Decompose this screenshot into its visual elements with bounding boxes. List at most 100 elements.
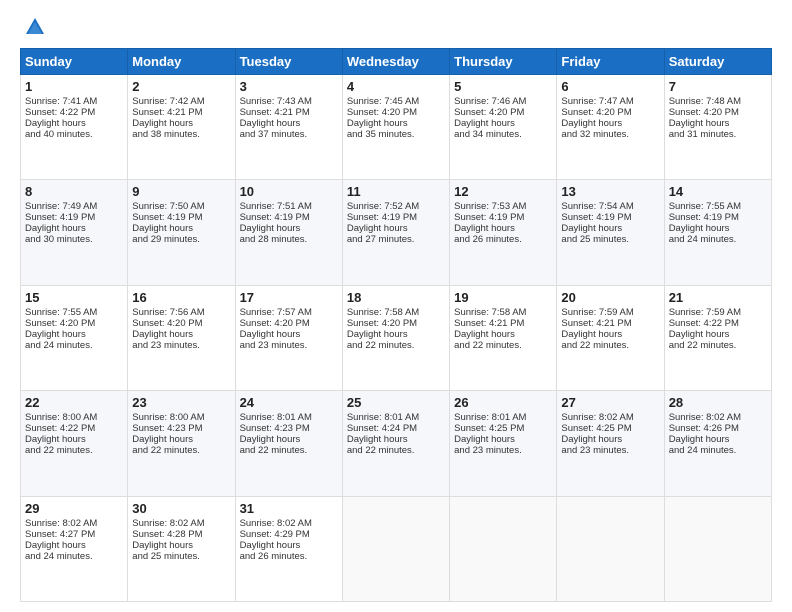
daylight-label: Daylight hours — [132, 540, 193, 551]
sunrise-label: Sunrise: 7:58 AM — [454, 307, 526, 318]
sunrise-label: Sunrise: 7:56 AM — [132, 307, 204, 318]
sunrise-label: Sunrise: 8:00 AM — [132, 412, 204, 423]
sunrise-label: Sunrise: 8:02 AM — [240, 518, 312, 529]
sunset-label: Sunset: 4:22 PM — [25, 107, 95, 118]
sunrise-label: Sunrise: 7:43 AM — [240, 96, 312, 107]
daylight-duration: and 24 minutes. — [669, 445, 737, 456]
calendar-cell: 3 Sunrise: 7:43 AM Sunset: 4:21 PM Dayli… — [235, 75, 342, 180]
sunset-label: Sunset: 4:22 PM — [669, 318, 739, 329]
sunset-label: Sunset: 4:19 PM — [347, 212, 417, 223]
day-number: 12 — [454, 184, 552, 199]
calendar-week-row: 15 Sunrise: 7:55 AM Sunset: 4:20 PM Dayl… — [21, 285, 772, 390]
day-number: 25 — [347, 395, 445, 410]
calendar-cell: 15 Sunrise: 7:55 AM Sunset: 4:20 PM Dayl… — [21, 285, 128, 390]
calendar-cell: 20 Sunrise: 7:59 AM Sunset: 4:21 PM Dayl… — [557, 285, 664, 390]
sunset-label: Sunset: 4:21 PM — [454, 318, 524, 329]
calendar-cell: 30 Sunrise: 8:02 AM Sunset: 4:28 PM Dayl… — [128, 496, 235, 601]
daylight-duration: and 22 minutes. — [347, 340, 415, 351]
calendar-cell: 10 Sunrise: 7:51 AM Sunset: 4:19 PM Dayl… — [235, 180, 342, 285]
sunset-label: Sunset: 4:23 PM — [240, 423, 310, 434]
daylight-label: Daylight hours — [347, 434, 408, 445]
calendar-cell: 5 Sunrise: 7:46 AM Sunset: 4:20 PM Dayli… — [450, 75, 557, 180]
sunset-label: Sunset: 4:23 PM — [132, 423, 202, 434]
calendar-cell: 1 Sunrise: 7:41 AM Sunset: 4:22 PM Dayli… — [21, 75, 128, 180]
sunset-label: Sunset: 4:20 PM — [454, 107, 524, 118]
sunset-label: Sunset: 4:19 PM — [669, 212, 739, 223]
sunset-label: Sunset: 4:19 PM — [561, 212, 631, 223]
sunrise-label: Sunrise: 7:59 AM — [561, 307, 633, 318]
sunrise-label: Sunrise: 7:48 AM — [669, 96, 741, 107]
day-number: 13 — [561, 184, 659, 199]
daylight-duration: and 22 minutes. — [347, 445, 415, 456]
day-number: 9 — [132, 184, 230, 199]
sunrise-label: Sunrise: 7:45 AM — [347, 96, 419, 107]
day-number: 10 — [240, 184, 338, 199]
calendar-cell: 27 Sunrise: 8:02 AM Sunset: 4:25 PM Dayl… — [557, 391, 664, 496]
daylight-duration: and 23 minutes. — [561, 445, 629, 456]
day-number: 19 — [454, 290, 552, 305]
calendar-cell: 26 Sunrise: 8:01 AM Sunset: 4:25 PM Dayl… — [450, 391, 557, 496]
sunrise-label: Sunrise: 7:57 AM — [240, 307, 312, 318]
daylight-duration: and 23 minutes. — [240, 340, 308, 351]
calendar-week-row: 8 Sunrise: 7:49 AM Sunset: 4:19 PM Dayli… — [21, 180, 772, 285]
sunset-label: Sunset: 4:19 PM — [454, 212, 524, 223]
sunset-label: Sunset: 4:27 PM — [25, 529, 95, 540]
daylight-duration: and 30 minutes. — [25, 234, 93, 245]
calendar-header-saturday: Saturday — [664, 49, 771, 75]
sunrise-label: Sunrise: 7:46 AM — [454, 96, 526, 107]
day-number: 2 — [132, 79, 230, 94]
sunrise-label: Sunrise: 7:52 AM — [347, 201, 419, 212]
sunset-label: Sunset: 4:22 PM — [25, 423, 95, 434]
calendar-header-wednesday: Wednesday — [342, 49, 449, 75]
calendar-header-tuesday: Tuesday — [235, 49, 342, 75]
daylight-label: Daylight hours — [132, 329, 193, 340]
calendar-cell — [342, 496, 449, 601]
calendar-header-friday: Friday — [557, 49, 664, 75]
sunrise-label: Sunrise: 7:50 AM — [132, 201, 204, 212]
sunset-label: Sunset: 4:20 PM — [669, 107, 739, 118]
sunset-label: Sunset: 4:25 PM — [454, 423, 524, 434]
sunset-label: Sunset: 4:21 PM — [561, 318, 631, 329]
daylight-duration: and 24 minutes. — [25, 551, 93, 562]
calendar-cell: 18 Sunrise: 7:58 AM Sunset: 4:20 PM Dayl… — [342, 285, 449, 390]
daylight-duration: and 22 minutes. — [561, 340, 629, 351]
daylight-label: Daylight hours — [240, 434, 301, 445]
calendar-cell: 19 Sunrise: 7:58 AM Sunset: 4:21 PM Dayl… — [450, 285, 557, 390]
page: SundayMondayTuesdayWednesdayThursdayFrid… — [0, 0, 792, 612]
daylight-label: Daylight hours — [25, 540, 86, 551]
calendar-cell: 24 Sunrise: 8:01 AM Sunset: 4:23 PM Dayl… — [235, 391, 342, 496]
sunrise-label: Sunrise: 7:54 AM — [561, 201, 633, 212]
sunrise-label: Sunrise: 8:01 AM — [347, 412, 419, 423]
sunset-label: Sunset: 4:25 PM — [561, 423, 631, 434]
calendar-week-row: 22 Sunrise: 8:00 AM Sunset: 4:22 PM Dayl… — [21, 391, 772, 496]
day-number: 14 — [669, 184, 767, 199]
daylight-label: Daylight hours — [25, 223, 86, 234]
calendar-header-row: SundayMondayTuesdayWednesdayThursdayFrid… — [21, 49, 772, 75]
daylight-duration: and 26 minutes. — [454, 234, 522, 245]
sunrise-label: Sunrise: 8:00 AM — [25, 412, 97, 423]
daylight-label: Daylight hours — [454, 434, 515, 445]
day-number: 16 — [132, 290, 230, 305]
sunrise-label: Sunrise: 7:53 AM — [454, 201, 526, 212]
daylight-label: Daylight hours — [25, 118, 86, 129]
day-number: 29 — [25, 501, 123, 516]
daylight-duration: and 22 minutes. — [240, 445, 308, 456]
sunrise-label: Sunrise: 8:02 AM — [669, 412, 741, 423]
daylight-label: Daylight hours — [561, 223, 622, 234]
day-number: 3 — [240, 79, 338, 94]
calendar-cell: 11 Sunrise: 7:52 AM Sunset: 4:19 PM Dayl… — [342, 180, 449, 285]
day-number: 26 — [454, 395, 552, 410]
daylight-duration: and 25 minutes. — [132, 551, 200, 562]
calendar-cell: 13 Sunrise: 7:54 AM Sunset: 4:19 PM Dayl… — [557, 180, 664, 285]
calendar-cell: 29 Sunrise: 8:02 AM Sunset: 4:27 PM Dayl… — [21, 496, 128, 601]
day-number: 1 — [25, 79, 123, 94]
day-number: 28 — [669, 395, 767, 410]
calendar-header-monday: Monday — [128, 49, 235, 75]
calendar-table: SundayMondayTuesdayWednesdayThursdayFrid… — [20, 48, 772, 602]
daylight-label: Daylight hours — [669, 118, 730, 129]
daylight-label: Daylight hours — [132, 223, 193, 234]
daylight-duration: and 23 minutes. — [454, 445, 522, 456]
day-number: 15 — [25, 290, 123, 305]
logo-icon — [24, 16, 46, 38]
daylight-label: Daylight hours — [132, 434, 193, 445]
